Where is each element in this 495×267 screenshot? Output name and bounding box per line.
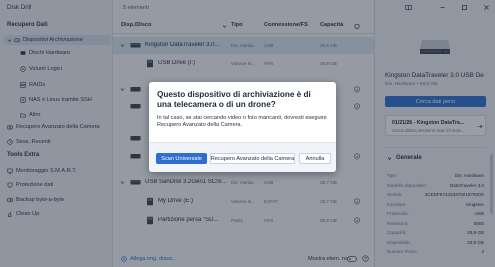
dialog-footer: Scan Universale Recupero Avanzato della … [149,142,336,172]
cancel-button[interactable]: Annulla [299,153,331,164]
dialog-message: In tal caso, se stai cercando video o fo… [157,115,327,129]
camera-drone-dialog: Questo dispositivo di archiviazione è di… [149,82,336,172]
camera-recovery-button[interactable]: Recupero Avanzato della Camera [210,153,295,164]
universal-scan-button[interactable]: Scan Universale [156,153,207,164]
dialog-title: Questo dispositivo di archiviazione è di… [157,90,311,109]
